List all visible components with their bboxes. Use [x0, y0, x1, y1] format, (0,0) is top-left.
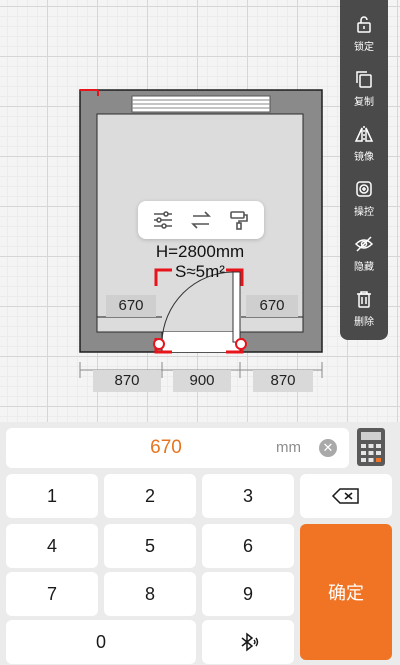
- dim-label-bottom-right[interactable]: 870: [253, 370, 313, 392]
- window: [131, 95, 271, 113]
- lock-icon: [357, 16, 371, 33]
- numeric-keypad: 670 mm ✕ 1 2 3 4 5 6 7 8 9 0 确定: [0, 422, 400, 665]
- door-opening: [162, 332, 240, 352]
- toolbar-mirror-label: 镜像: [354, 152, 374, 163]
- door-handle-left: [153, 338, 165, 350]
- key-7[interactable]: 7: [6, 572, 98, 616]
- toolbar-mirror[interactable]: 镜像: [340, 116, 388, 171]
- key-6[interactable]: 6: [202, 524, 294, 568]
- copy-icon: [356, 71, 372, 88]
- bluetooth-key[interactable]: [202, 620, 294, 664]
- backspace-icon: [331, 488, 359, 504]
- toolbar-copy-label: 复制: [354, 97, 374, 108]
- dimension-input-unit: mm: [276, 439, 301, 456]
- calculator-icon[interactable]: [356, 427, 386, 467]
- toolbar-hide[interactable]: 隐藏: [340, 226, 388, 281]
- key-8[interactable]: 8: [104, 572, 196, 616]
- key-4[interactable]: 4: [6, 524, 98, 568]
- toolbar-delete-label: 删除: [354, 317, 374, 328]
- dim-label-bottom-left[interactable]: 870: [93, 370, 161, 392]
- dim-label-bottom-door[interactable]: 900: [173, 370, 231, 392]
- confirm-button[interactable]: 确定: [300, 524, 392, 660]
- room-height-text: H=2800mm: [155, 242, 245, 261]
- mirror-icon: [354, 126, 374, 142]
- dimension-input[interactable]: 670 mm ✕: [6, 428, 349, 468]
- toolbar-control[interactable]: 操控: [340, 171, 388, 226]
- toolbar-hide-label: 隐藏: [354, 262, 374, 273]
- toolbar-control-label: 操控: [354, 207, 374, 218]
- room-popup-menu: [138, 201, 264, 239]
- toolbar-lock[interactable]: 锁定: [340, 6, 388, 61]
- key-1[interactable]: 1: [6, 474, 98, 518]
- toolbar-lock-label: 锁定: [354, 42, 374, 53]
- key-3[interactable]: 3: [202, 474, 294, 518]
- door-leaf: [232, 271, 241, 343]
- key-5[interactable]: 5: [104, 524, 196, 568]
- toolbar-copy[interactable]: 复制: [340, 61, 388, 116]
- backspace-key[interactable]: [300, 474, 392, 518]
- toolbar-delete[interactable]: 删除: [340, 281, 388, 336]
- bluetooth-icon: [241, 632, 259, 652]
- key-2[interactable]: 2: [104, 474, 196, 518]
- dim-label-left[interactable]: 670: [106, 295, 156, 317]
- right-toolbar: 锁定 复制 镜像 操控 隐藏 删除: [340, 0, 388, 340]
- key-9[interactable]: 9: [202, 572, 294, 616]
- sliders-icon[interactable]: [148, 205, 178, 235]
- door-handle-right: [235, 338, 247, 350]
- room-area-text: S≈5m²: [175, 262, 225, 281]
- paint-roller-icon[interactable]: [224, 205, 254, 235]
- trash-icon: [357, 291, 371, 308]
- dim-label-right[interactable]: 670: [246, 295, 298, 317]
- clear-input-icon[interactable]: ✕: [319, 439, 337, 457]
- key-0[interactable]: 0: [6, 620, 196, 664]
- hide-icon: [354, 236, 374, 252]
- swap-icon[interactable]: [186, 205, 216, 235]
- control-icon: [356, 181, 372, 197]
